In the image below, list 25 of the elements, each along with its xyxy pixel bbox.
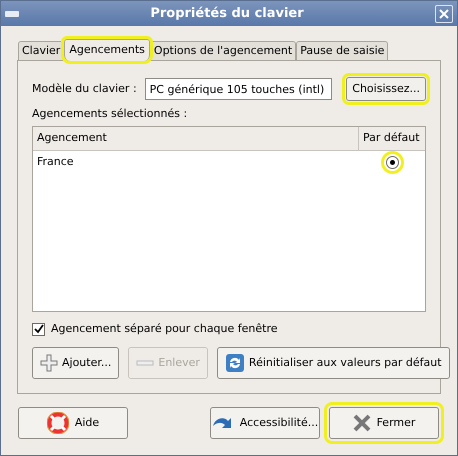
column-header[interactable]: Par défaut <box>359 127 425 150</box>
plus-icon <box>40 354 58 372</box>
window-title: Propriétés du clavier <box>149 4 305 23</box>
tab[interactable]: Options de l'agencement <box>150 41 296 60</box>
refresh-icon <box>224 353 245 373</box>
minus-icon <box>136 360 154 366</box>
help-button[interactable]: Aide <box>18 407 128 439</box>
tab[interactable]: Agencements <box>64 39 150 61</box>
lifebuoy-icon <box>46 412 69 434</box>
close-icon <box>439 8 449 18</box>
input-field[interactable]: PC générique 105 touches (intl) <box>144 78 332 100</box>
checkbox[interactable] <box>32 322 45 336</box>
tab[interactable]: Pause de saisie <box>296 41 388 60</box>
tab[interactable]: Clavier <box>18 41 64 60</box>
reset-button[interactable]: Réinitialiser aux valeurs par défaut <box>216 347 450 379</box>
checkbox-label: Agencement séparé pour chaque fenêtre <box>51 320 278 337</box>
window-menu-icon[interactable] <box>5 10 19 18</box>
section-label: Agencements sélectionnés : <box>32 106 188 122</box>
add-button[interactable]: Ajouter... <box>32 347 120 379</box>
close-icon <box>352 414 371 432</box>
table-cell-text: France <box>36 154 75 170</box>
close-button[interactable] <box>435 4 453 22</box>
column-header[interactable]: Agencement <box>33 127 359 150</box>
accessibility-button[interactable]: Accessibilité... <box>210 407 320 439</box>
field-label: Modèle du clavier : <box>32 80 137 97</box>
